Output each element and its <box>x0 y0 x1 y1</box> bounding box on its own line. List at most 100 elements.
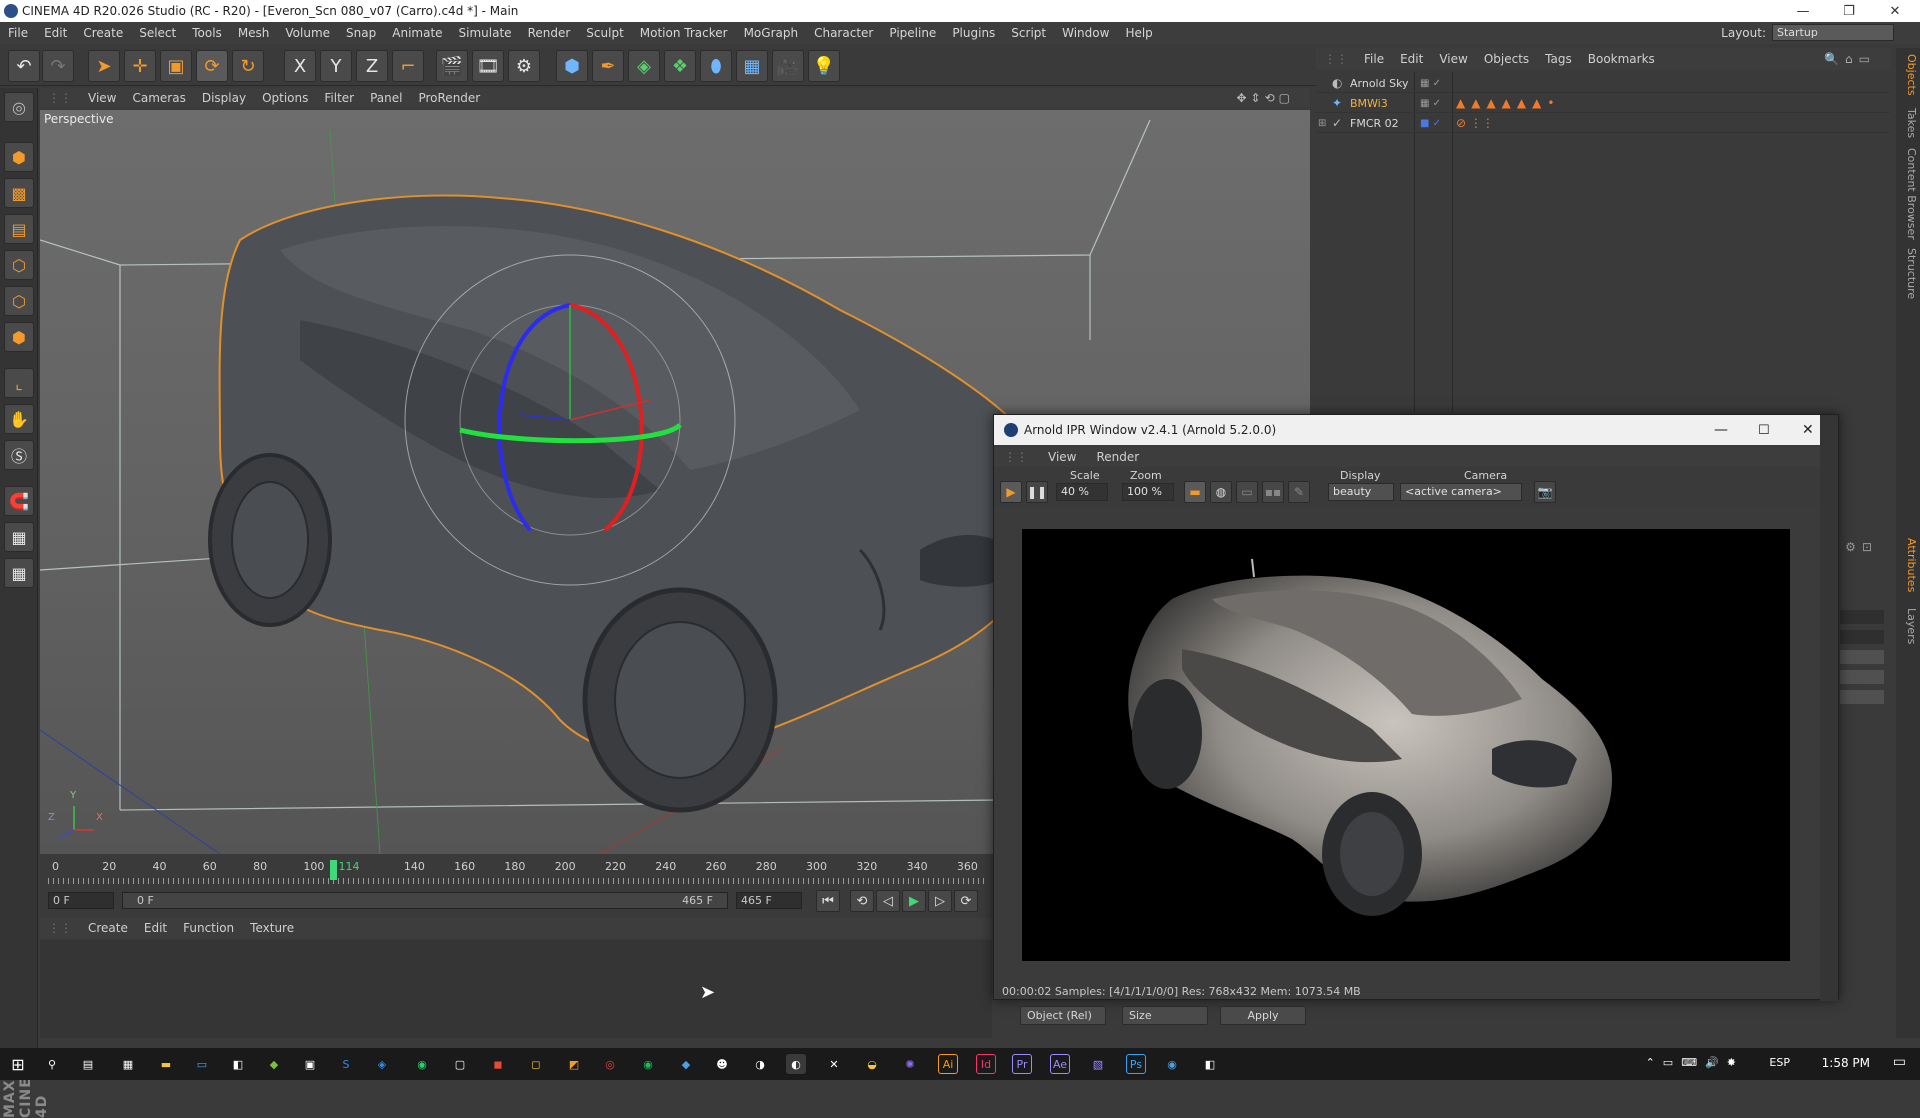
expand-icon[interactable]: ⊞ <box>1318 118 1326 129</box>
timeline-ruler[interactable]: 0 20 40 60 80 100 114 140 160 180 200 220 240 260 280 3… <box>40 858 992 888</box>
solo-mode-icon[interactable]: Ⓢ <box>4 440 34 470</box>
object-menu-view[interactable]: View <box>1431 52 1475 66</box>
object-row-arnold-sky[interactable]: ◐ Arnold Sky ▦ ✓ <box>1316 74 1890 93</box>
maps-icon[interactable]: ◆ <box>676 1054 696 1074</box>
ipr-minimize-button[interactable]: — <box>1714 422 1728 438</box>
menu-pipeline[interactable]: Pipeline <box>881 26 944 40</box>
menu-script[interactable]: Script <box>1003 26 1054 40</box>
picker-icon[interactable]: ✎ <box>1288 481 1310 503</box>
viewport-menu-cameras[interactable]: Cameras <box>124 91 193 105</box>
notes-icon[interactable]: ◻ <box>526 1054 546 1074</box>
app-skull-icon[interactable]: ☻ <box>712 1054 732 1074</box>
protection-tag-icon[interactable]: ⊘ ⋮⋮ <box>1456 116 1494 130</box>
windows-start-icon[interactable]: ⊞ <box>8 1054 28 1074</box>
render-settings-icon[interactable]: ⚙ <box>508 50 540 82</box>
step-forward-icon[interactable]: ▷ <box>928 890 952 912</box>
layer-color-icon[interactable]: ■ ✓ <box>1420 118 1441 129</box>
network-app-icon[interactable]: ▣ <box>300 1054 320 1074</box>
visibility-toggle-icon[interactable]: ▦ ✓ <box>1420 98 1441 109</box>
make-editable-icon[interactable]: ◎ <box>4 92 34 122</box>
menu-plugins[interactable]: Plugins <box>944 26 1003 40</box>
system-clock[interactable]: 1:58 PM <box>1822 1056 1870 1070</box>
snapshot-camera-icon[interactable]: 📷 <box>1534 481 1556 503</box>
tab-objects[interactable]: Objects <box>1898 54 1918 96</box>
media-encoder-icon[interactable]: ▧ <box>1088 1054 1108 1074</box>
davinci-icon[interactable]: ✺ <box>900 1054 920 1074</box>
ipr-menu-render[interactable]: Render <box>1086 450 1149 464</box>
subdivision-icon[interactable]: ◈ <box>628 50 660 82</box>
skype-icon[interactable]: S <box>336 1054 356 1074</box>
search-icon[interactable]: ⚲ <box>42 1054 62 1074</box>
attribute-dropdown[interactable] <box>1840 670 1884 684</box>
floor-icon[interactable]: ▦ <box>736 50 768 82</box>
z-axis-lock-icon[interactable]: Z <box>356 50 388 82</box>
model-mode-icon[interactable]: ⬢ <box>4 142 34 172</box>
x-axis-lock-icon[interactable]: X <box>284 50 316 82</box>
viewport-menu-options[interactable]: Options <box>254 91 316 105</box>
display-app-icon[interactable]: ▭ <box>192 1054 212 1074</box>
menu-motion-tracker[interactable]: Motion Tracker <box>632 26 736 40</box>
system-tray-icons[interactable]: ⌃▭⌨🔊✸ <box>1646 1056 1744 1069</box>
globe-icon[interactable]: ◍ <box>1210 481 1232 503</box>
menu-select[interactable]: Select <box>131 26 184 40</box>
object-menu-edit[interactable]: Edit <box>1392 52 1431 66</box>
cube-icon[interactable]: ⬢ <box>556 50 588 82</box>
illustrator-icon[interactable]: Ai <box>938 1054 958 1074</box>
cloner-icon[interactable]: ❖ <box>664 50 696 82</box>
points-mode-icon[interactable]: ⬡ <box>4 250 34 280</box>
scale-field[interactable]: 40 % <box>1056 483 1108 501</box>
viewport-menu-display[interactable]: Display <box>194 91 254 105</box>
indesign-icon[interactable]: Id <box>976 1054 996 1074</box>
maximize-button[interactable]: ❐ <box>1826 0 1872 22</box>
task-view-icon[interactable]: ▤ <box>78 1054 98 1074</box>
menu-tools[interactable]: Tools <box>184 26 230 40</box>
whatsapp-icon[interactable]: ◉ <box>412 1054 432 1074</box>
attribute-field[interactable] <box>1840 610 1884 624</box>
menu-simulate[interactable]: Simulate <box>451 26 520 40</box>
menu-mograph[interactable]: MoGraph <box>736 26 807 40</box>
object-row-bmwi3[interactable]: ✦ BMWi3 ▦ ✓ ▲▲▲▲▲▲• <box>1316 94 1890 113</box>
menu-file[interactable]: File <box>0 26 36 40</box>
tag-icons[interactable]: ▲▲▲▲▲▲• <box>1456 96 1560 110</box>
workplane-mode-icon[interactable]: ▤ <box>4 214 34 244</box>
viewport-nav-icons[interactable]: ✥⇕⟲▢ <box>1228 91 1302 105</box>
material-menu-create[interactable]: Create <box>80 921 136 935</box>
record-icon[interactable]: ⟲ <box>850 890 874 912</box>
visibility-toggle-icon[interactable]: ▦ ✓ <box>1420 78 1441 89</box>
camera-dropdown[interactable]: <active camera> <box>1400 483 1522 501</box>
planar-workplane-icon[interactable]: ▦ <box>4 558 34 588</box>
tab-takes[interactable]: Takes <box>1898 108 1918 138</box>
app-last-icon[interactable]: ◧ <box>1200 1054 1220 1074</box>
y-axis-lock-icon[interactable]: Y <box>320 50 352 82</box>
coordinate-system-icon[interactable]: ⌐ <box>392 50 424 82</box>
object-menu-bookmarks[interactable]: Bookmarks <box>1580 52 1663 66</box>
tab-layers[interactable]: Layers <box>1898 608 1918 644</box>
ipr-maximize-button[interactable]: ☐ <box>1758 423 1770 438</box>
render-preview[interactable] <box>1022 529 1790 961</box>
after-effects-icon[interactable]: Ae <box>1050 1054 1070 1074</box>
deformer-icon[interactable]: ⬮ <box>700 50 732 82</box>
menu-animate[interactable]: Animate <box>384 26 450 40</box>
app-x-icon[interactable]: ✕ <box>824 1054 844 1074</box>
menu-render[interactable]: Render <box>520 26 579 40</box>
current-frame-marker[interactable] <box>329 860 337 880</box>
menu-mesh[interactable]: Mesh <box>230 26 278 40</box>
close-button[interactable]: ✕ <box>1872 0 1918 22</box>
file-explorer-icon[interactable]: ▬ <box>156 1054 176 1074</box>
tweak-mode-icon[interactable]: ✋ <box>4 404 34 434</box>
rotate-tool-icon[interactable]: ⟳ <box>196 50 228 82</box>
apply-button[interactable]: Apply <box>1220 1006 1306 1025</box>
go-to-end-icon[interactable]: ⟳ <box>954 890 978 912</box>
viewport-menu-view[interactable]: View <box>80 91 124 105</box>
notifications-icon[interactable]: ▭ <box>1893 1054 1906 1070</box>
tab-attributes[interactable]: Attributes <box>1898 538 1918 592</box>
go-to-start-icon[interactable]: ⏮ <box>816 890 840 912</box>
recent-tool-icon[interactable]: ↻ <box>232 50 264 82</box>
render-picture-viewer-icon[interactable]: 🎞 <box>472 50 504 82</box>
viewport-menu-panel[interactable]: Panel <box>362 91 410 105</box>
object-menu-tags[interactable]: Tags <box>1537 52 1580 66</box>
polygons-mode-icon[interactable]: ⬢ <box>4 322 34 352</box>
object-menu-objects[interactable]: Objects <box>1476 52 1537 66</box>
app-circle-icon[interactable]: ◑ <box>750 1054 770 1074</box>
ipr-pause-icon[interactable]: ❚❚ <box>1026 481 1048 503</box>
